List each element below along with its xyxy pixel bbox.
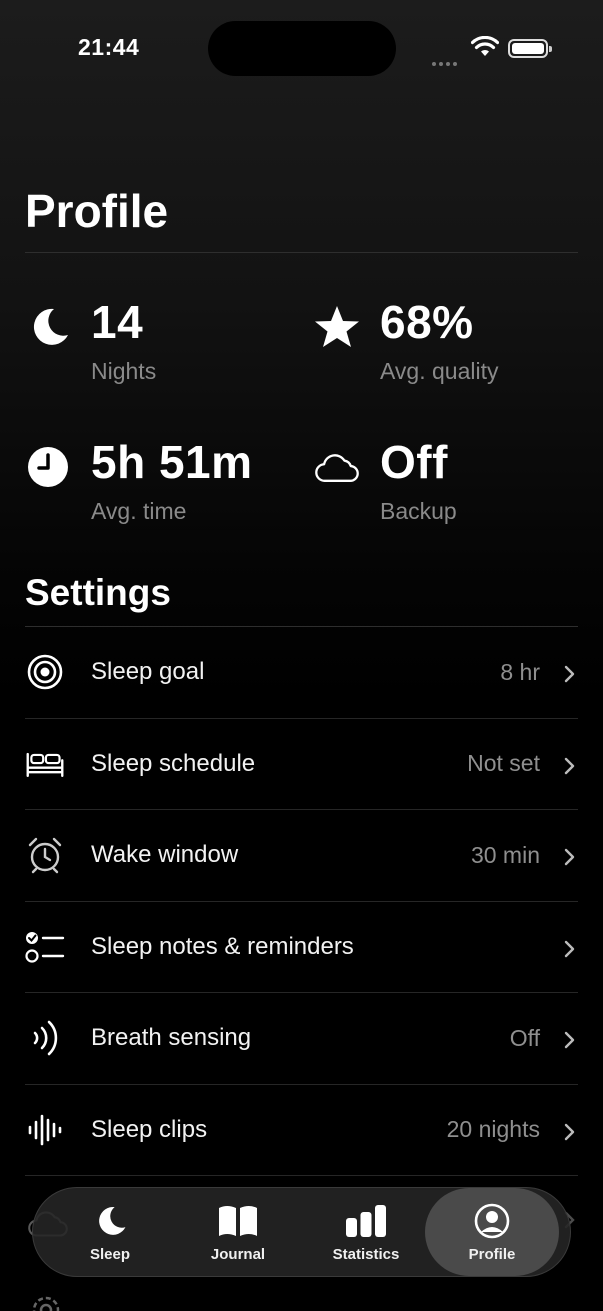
row-value: Not set	[467, 750, 540, 777]
tab-profile[interactable]: Profile	[425, 1188, 559, 1276]
settings-row-wake-window[interactable]: Wake window 30 min	[25, 810, 578, 902]
stat-value: 68%	[380, 296, 474, 348]
target-icon	[25, 652, 65, 692]
row-value: 30 min	[470, 841, 540, 868]
row-label: Sleep clips	[91, 1115, 208, 1143]
star-icon	[314, 304, 360, 350]
chevron-right-icon	[564, 940, 575, 957]
row-label: Sleep goal	[91, 658, 205, 686]
chevron-right-icon	[564, 665, 575, 683]
stat-value: 5h 51m	[91, 436, 253, 488]
chevron-right-icon	[564, 1031, 575, 1049]
stat-label: Avg. quality	[380, 358, 499, 384]
breath-waves-icon	[25, 1018, 65, 1058]
person-circle-icon	[425, 1202, 559, 1240]
row-value: 8 hr	[500, 658, 540, 685]
moon-icon	[46, 1202, 174, 1240]
settings-list: Sleep goal 8 hr Sleep schedule Not set W…	[25, 627, 578, 1176]
settings-row-sleep-notes[interactable]: Sleep notes & reminders	[25, 902, 578, 993]
stat-label: Avg. time	[91, 498, 187, 524]
page-title: Profile	[25, 185, 169, 237]
tab-label: Sleep	[89, 1246, 131, 1263]
stat-backup: Off Backup	[314, 436, 594, 546]
settings-row-sleep-goal[interactable]: Sleep goal 8 hr	[25, 627, 578, 719]
clock-icon	[25, 444, 71, 490]
alarm-clock-icon	[25, 835, 65, 875]
chevron-right-icon	[564, 1123, 575, 1140]
stat-value: 14	[91, 296, 144, 348]
settings-title: Settings	[25, 572, 171, 613]
row-label: Breath sensing	[91, 1024, 252, 1052]
title-divider	[25, 252, 578, 253]
row-label: Wake window	[91, 841, 239, 869]
row-label: Sleep notes & reminders	[91, 932, 354, 960]
row-label: Sleep schedule	[91, 749, 256, 777]
tab-label: Journal	[210, 1246, 266, 1263]
gear-icon	[32, 1296, 60, 1311]
row-value: Off	[509, 1024, 540, 1051]
tab-journal[interactable]: Journal	[174, 1188, 302, 1276]
stat-quality: 68% Avg. quality	[314, 296, 594, 406]
cloud-icon	[314, 444, 360, 490]
tab-label: Statistics	[332, 1246, 400, 1263]
tab-label: Profile	[468, 1246, 516, 1263]
tab-bar: Sleep Journal Statistics Profile	[32, 1187, 571, 1277]
bed-icon	[25, 744, 65, 784]
stat-value: Off	[380, 436, 448, 488]
tab-statistics[interactable]: Statistics	[302, 1188, 430, 1276]
stat-nights: 14 Nights	[25, 296, 305, 406]
settings-row-breath-sensing[interactable]: Breath sensing Off	[25, 993, 578, 1085]
tab-sleep[interactable]: Sleep	[46, 1188, 174, 1276]
row-value: 20 nights	[446, 1116, 540, 1143]
settings-row-sleep-clips[interactable]: Sleep clips 20 nights	[25, 1085, 578, 1176]
stat-time: 5h 51m Avg. time	[25, 436, 305, 546]
moon-icon	[25, 304, 71, 350]
stat-label: Nights	[91, 358, 157, 384]
settings-row-sleep-schedule[interactable]: Sleep schedule Not set	[25, 719, 578, 810]
waveform-icon	[25, 1110, 65, 1150]
status-bar: 21:44	[0, 0, 603, 100]
wifi-icon	[471, 36, 499, 56]
bar-chart-icon	[302, 1202, 430, 1240]
chevron-right-icon	[564, 848, 575, 866]
dynamic-island	[208, 21, 396, 76]
chevron-right-icon	[564, 757, 575, 774]
stat-label: Backup	[380, 498, 457, 524]
signal-dots-icon	[432, 53, 462, 66]
book-icon	[174, 1202, 302, 1240]
checklist-icon	[25, 927, 65, 967]
battery-icon	[508, 39, 552, 58]
status-time: 21:44	[78, 34, 140, 60]
